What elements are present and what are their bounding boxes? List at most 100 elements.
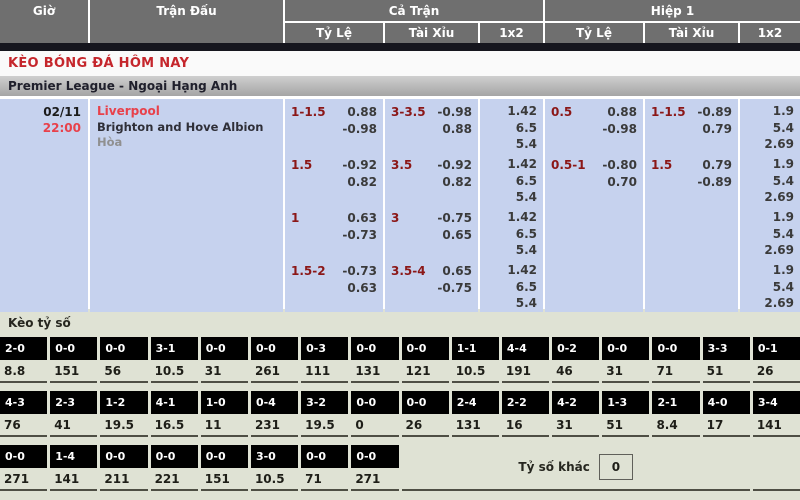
h1-1x2-cell[interactable]: 1.95.42.69 xyxy=(740,152,800,206)
score-bet-cell[interactable]: 0-246 xyxy=(552,337,599,383)
score-value: 1-3 xyxy=(602,391,649,414)
score-bet-cell[interactable]: 1-351 xyxy=(602,391,649,437)
score-bet-cell[interactable]: 3-010.5 xyxy=(251,445,298,491)
ft-handicap-top-line: 1-1.50.88 xyxy=(291,104,377,121)
ft-1x2-cell[interactable]: 1.426.55.4 xyxy=(480,99,543,153)
score-bet-cell[interactable]: 0-031 xyxy=(602,337,649,383)
score-row: 4-3762-3411-219.54-116.51-0110-42313-219… xyxy=(0,391,800,437)
score-empty-cell xyxy=(753,445,800,491)
score-bet-cell[interactable]: 0-0261 xyxy=(251,337,298,383)
score-bet-cell[interactable]: 4-4191 xyxy=(502,337,549,383)
score-bet-cell[interactable]: 0-0211 xyxy=(100,445,147,491)
score-bet-cell[interactable]: 2-341 xyxy=(50,391,97,437)
score-bet-cell[interactable]: 3-110.5 xyxy=(151,337,198,383)
header-first-half-group: Hiệp 1 xyxy=(545,0,800,21)
ft-handicap-cell[interactable]: 1.5-2-0.730.63 xyxy=(285,258,383,312)
ft-handicap-cell[interactable]: 1-1.50.88-0.98 xyxy=(285,99,383,153)
score-bet-cell[interactable]: 3-219.5 xyxy=(301,391,348,437)
score-bet-cell[interactable]: 0-4231 xyxy=(251,391,298,437)
score-bet-cell[interactable]: 3-351 xyxy=(703,337,750,383)
score-bet-cell[interactable]: 2-216 xyxy=(502,391,549,437)
ft-1x2-cell[interactable]: 1.426.55.4 xyxy=(480,258,543,312)
other-score-cell: Tỷ số khác 0 xyxy=(402,445,750,491)
h1-1x2-away-odd: 2.69 xyxy=(740,136,794,153)
score-bet-cell[interactable]: 2-4131 xyxy=(452,391,499,437)
h1-handicap-line: 0.5-1 xyxy=(551,157,586,174)
ft-handicap-cell[interactable]: 1.5-0.920.82 xyxy=(285,152,383,206)
ft-over-under-cell[interactable]: 3.5-40.65-0.75 xyxy=(385,258,478,312)
page-title: KÈO BÓNG ĐÁ HÔM NAY xyxy=(8,56,189,71)
ft-1x2-cell[interactable]: 1.426.55.4 xyxy=(480,205,543,259)
h1-1x2-cell[interactable]: 1.95.42.69 xyxy=(740,205,800,259)
score-value: 0-0 xyxy=(201,337,248,360)
ft-1x2-home-odd: 1.42 xyxy=(480,156,537,173)
score-value: 0-0 xyxy=(100,337,147,360)
score-value: 2-1 xyxy=(652,391,699,414)
score-odd-value: 141 xyxy=(50,468,97,489)
score-bet-cell[interactable]: 0-056 xyxy=(100,337,147,383)
score-odd-value: 131 xyxy=(351,360,398,381)
score-bet-cell[interactable]: 0-0221 xyxy=(151,445,198,491)
score-odd-value: 261 xyxy=(251,360,298,381)
h1-handicap-cell[interactable]: 0.50.88-0.98 xyxy=(545,99,643,153)
score-bet-cell[interactable]: 0-026 xyxy=(402,391,449,437)
h1-handicap-top-line: 0.5-1-0.80 xyxy=(551,157,637,174)
ft-over-under-odd-bottom: -0.75 xyxy=(391,280,472,297)
score-value: 0-0 xyxy=(151,445,198,468)
score-bet-cell[interactable]: 0-0151 xyxy=(201,445,248,491)
score-bet-cell[interactable]: 0-071 xyxy=(301,445,348,491)
other-score-input[interactable]: 0 xyxy=(599,454,633,480)
correct-score-section: Kèo tỷ số 2-08.80-01510-0563-110.50-0310… xyxy=(0,309,800,500)
score-bet-cell[interactable]: 0-0151 xyxy=(50,337,97,383)
h1-over-under-cell[interactable]: 1-1.5-0.890.79 xyxy=(645,99,738,153)
other-score-label: Tỷ số khác xyxy=(518,460,589,474)
score-bet-cell[interactable]: 0-3111 xyxy=(301,337,348,383)
score-odd-value: 16 xyxy=(502,414,549,435)
score-value: 0-4 xyxy=(251,391,298,414)
score-bet-cell[interactable]: 0-0271 xyxy=(351,445,398,491)
score-bet-cell[interactable]: 0-0271 xyxy=(0,445,47,491)
ft-handicap-odd-top: -0.73 xyxy=(342,263,377,280)
ft-handicap-cell[interactable]: 10.63-0.73 xyxy=(285,205,383,259)
score-bet-cell[interactable]: 0-071 xyxy=(652,337,699,383)
ft-1x2-cell[interactable]: 1.426.55.4 xyxy=(480,152,543,206)
ft-over-under-odd-bottom: 0.65 xyxy=(391,227,472,244)
h1-over-under-cell[interactable]: 1.50.79-0.89 xyxy=(645,152,738,206)
correct-score-title: Kèo tỷ số xyxy=(0,313,800,337)
score-bet-cell[interactable]: 0-0121 xyxy=(402,337,449,383)
ft-over-under-top-line: 3.5-0.92 xyxy=(391,157,472,174)
score-odd-value: 71 xyxy=(301,468,348,489)
ft-over-under-cell[interactable]: 3-0.750.65 xyxy=(385,205,478,259)
ft-over-under-cell[interactable]: 3-3.5-0.980.88 xyxy=(385,99,478,153)
score-bet-cell[interactable]: 0-126 xyxy=(753,337,800,383)
score-odd-value: 8.8 xyxy=(0,360,47,381)
score-bet-cell[interactable]: 1-219.5 xyxy=(100,391,147,437)
h1-1x2-cell[interactable]: 1.95.42.69 xyxy=(740,99,800,153)
score-bet-cell[interactable]: 0-0131 xyxy=(351,337,398,383)
score-value: 0-0 xyxy=(0,445,47,468)
h1-handicap-cell[interactable]: 0.5-1-0.800.70 xyxy=(545,152,643,206)
header-ft-1x2: 1x2 xyxy=(480,23,543,43)
score-row: 2-08.80-01510-0563-110.50-0310-02610-311… xyxy=(0,337,800,383)
score-bet-cell[interactable]: 0-031 xyxy=(201,337,248,383)
score-bet-cell[interactable]: 1-011 xyxy=(201,391,248,437)
score-bet-cell[interactable]: 2-08.8 xyxy=(0,337,47,383)
h1-1x2-cell[interactable]: 1.95.42.69 xyxy=(740,258,800,312)
score-bet-cell[interactable]: 2-18.4 xyxy=(652,391,699,437)
score-bet-cell[interactable]: 4-116.5 xyxy=(151,391,198,437)
score-value: 0-0 xyxy=(351,391,398,414)
score-bet-cell[interactable]: 1-4141 xyxy=(50,445,97,491)
score-bet-cell[interactable]: 4-017 xyxy=(703,391,750,437)
score-odd-value: 19.5 xyxy=(301,414,348,435)
score-bet-cell[interactable]: 3-4141 xyxy=(753,391,800,437)
ft-1x2-away-odd: 5.4 xyxy=(480,136,537,153)
score-bet-cell[interactable]: 1-110.5 xyxy=(452,337,499,383)
score-value: 2-0 xyxy=(0,337,47,360)
score-bet-cell[interactable]: 4-376 xyxy=(0,391,47,437)
ft-over-under-cell[interactable]: 3.5-0.920.82 xyxy=(385,152,478,206)
ft-handicap-top-line: 10.63 xyxy=(291,210,377,227)
score-odd-value: 231 xyxy=(251,414,298,435)
score-bet-cell[interactable]: 0-00 xyxy=(351,391,398,437)
score-bet-cell[interactable]: 4-231 xyxy=(552,391,599,437)
score-value: 1-1 xyxy=(452,337,499,360)
